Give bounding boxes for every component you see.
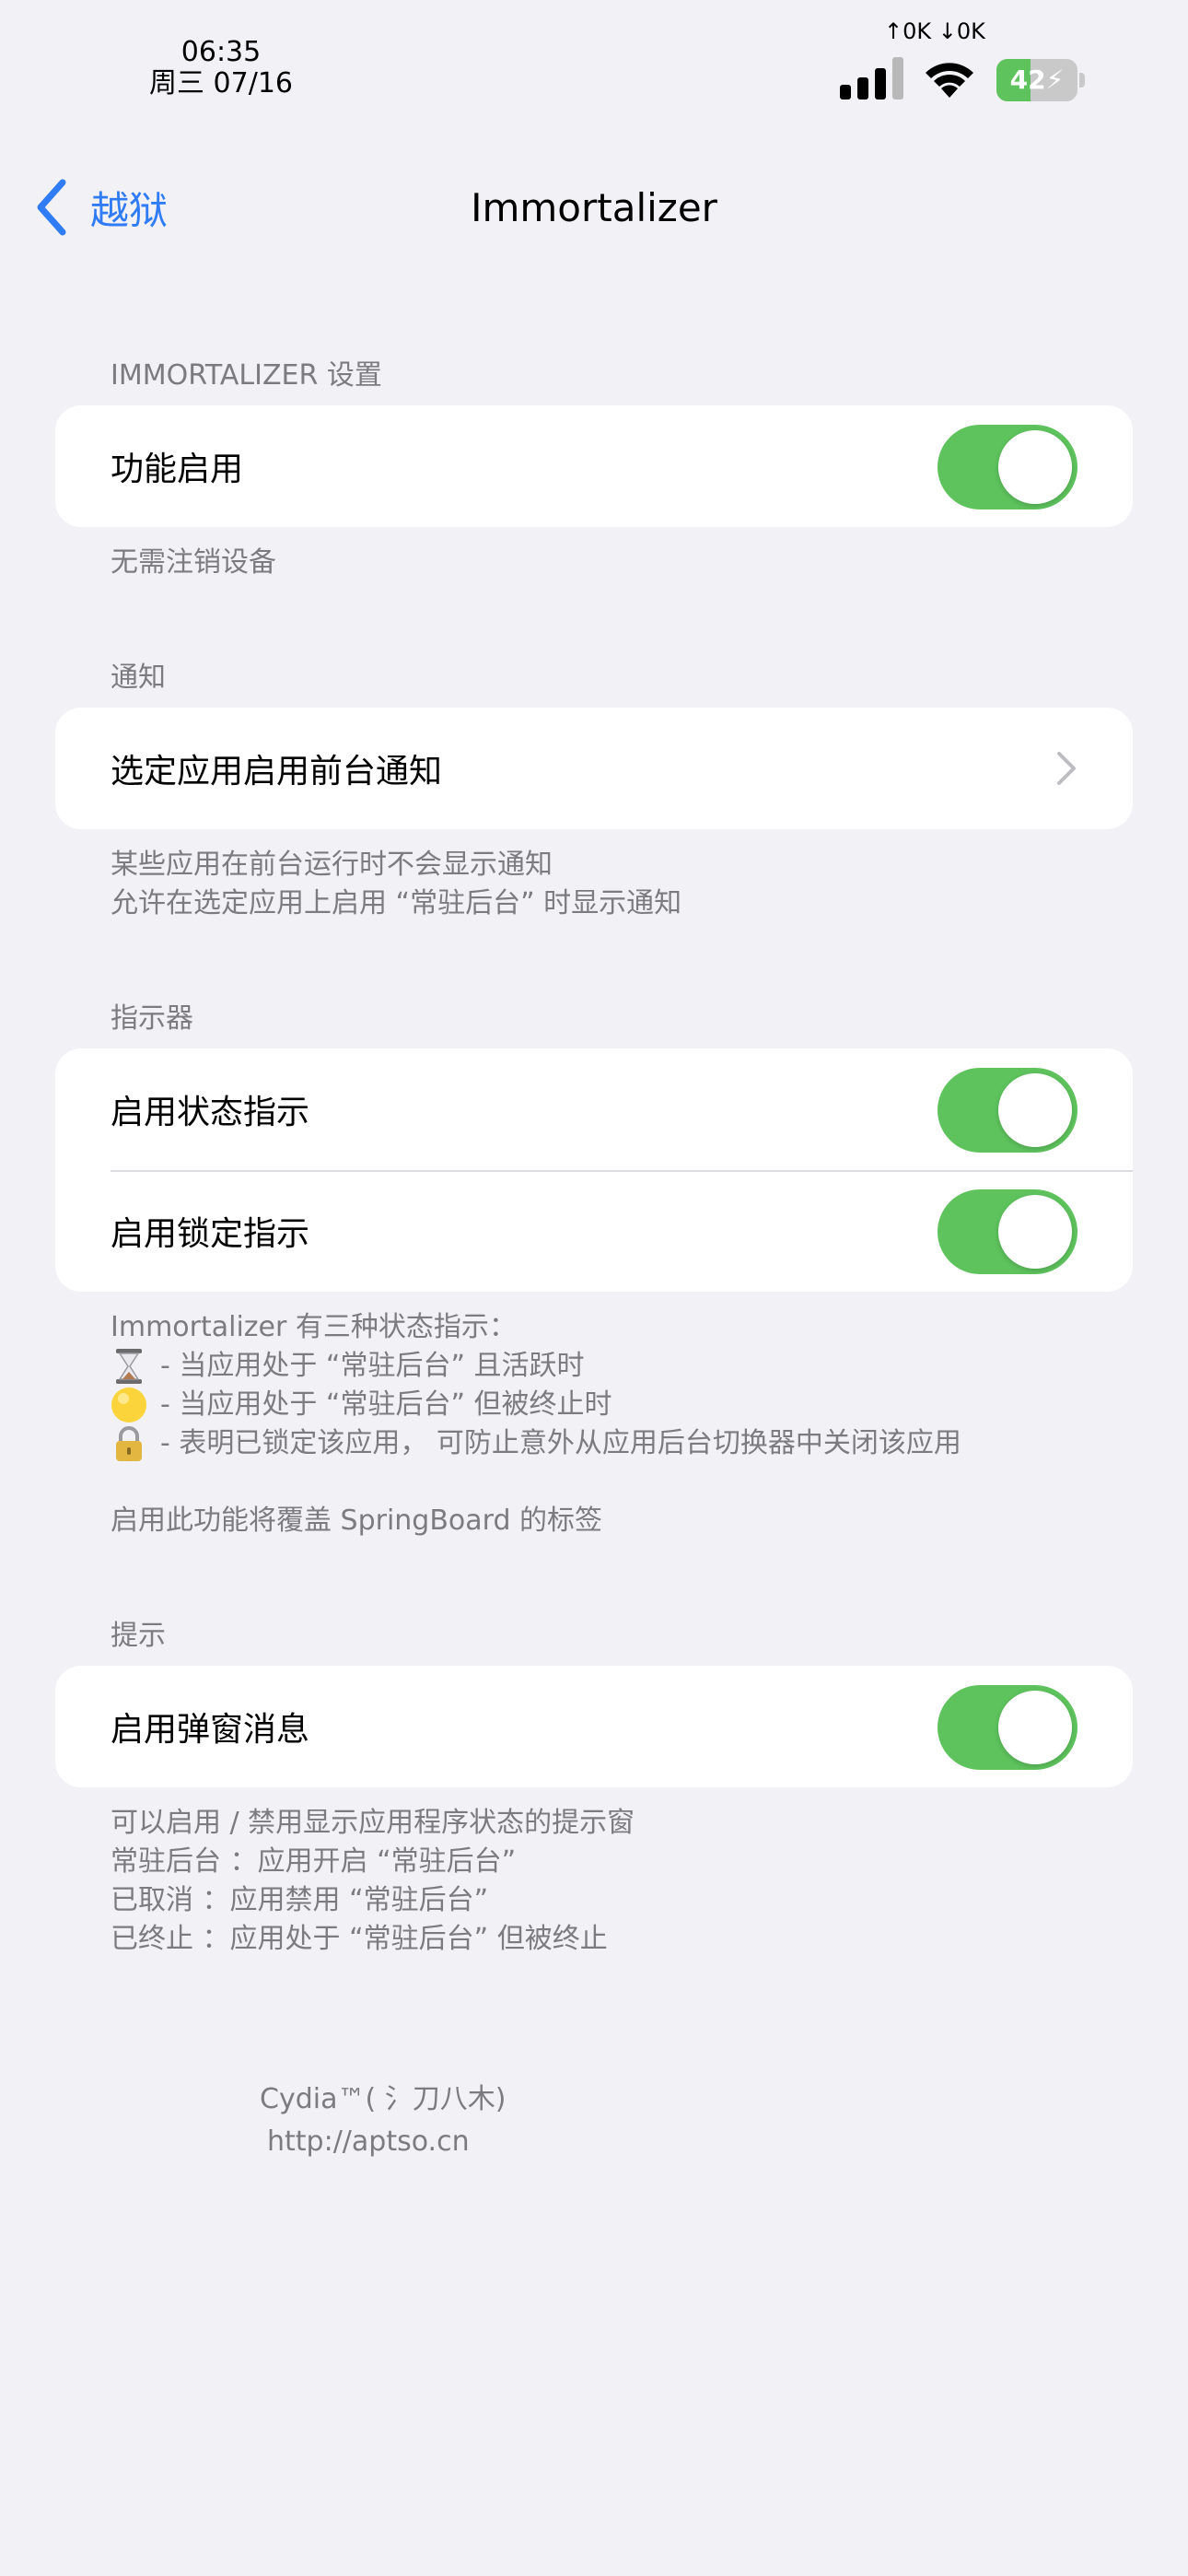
status-date: 周三 07/16 bbox=[149, 67, 293, 100]
tips-footer-line4: 已终止 ：应用处于 “常驻后台” 但被终止 bbox=[111, 1923, 608, 1955]
indicator-line-active-text: - 当应用处于 “常驻后台” 且活跃时 bbox=[160, 1350, 585, 1382]
indicators-footer-intro: Immortalizer 有三种状态指示： bbox=[111, 1311, 517, 1343]
tips-footer: 可以启用 / 禁用显示应用程序状态的提示窗 常驻后台 ：应用开启 “常驻后台” … bbox=[111, 1804, 635, 1959]
status-time: 06:35 bbox=[181, 36, 262, 68]
tips-footer-line1: 可以启用 / 禁用显示应用程序状态的提示窗 bbox=[111, 1807, 635, 1839]
charging-bolt-icon: ⚡ bbox=[1045, 64, 1065, 95]
tips-footer-line2: 常驻后台 ：应用开启 “常驻后台” bbox=[111, 1845, 517, 1878]
chevron-right-icon bbox=[1057, 752, 1076, 785]
notifications-footer-line2: 允许在选定应用上启用 “常驻后台” 时显示通知 bbox=[111, 887, 682, 919]
notifications-footer-line1: 某些应用在前台运行时不会显示通知 bbox=[111, 849, 553, 881]
settings-footer: 无需注销设备 bbox=[111, 544, 276, 582]
row-popup-messages[interactable]: 启用弹窗消息 bbox=[55, 1666, 1133, 1787]
row-label: 启用状态指示 bbox=[111, 1094, 310, 1131]
row-lock-indicator[interactable]: 启用锁定指示 bbox=[55, 1170, 1133, 1292]
credits-name: Cydia™( 氵刀八木) bbox=[260, 2083, 507, 2115]
section-header-indicators: 指示器 bbox=[111, 1002, 193, 1035]
notifications-card: 选定应用启用前台通知 bbox=[55, 708, 1133, 829]
indicators-footer-note: 启用此功能将覆盖 SpringBoard 的标签 bbox=[111, 1505, 603, 1537]
credits-url[interactable]: http://aptso.cn bbox=[260, 2121, 506, 2163]
settings-footer-text: 无需注销设备 bbox=[111, 546, 276, 579]
indicators-card: 启用状态指示 启用锁定指示 bbox=[55, 1048, 1133, 1292]
wifi-icon bbox=[926, 63, 973, 98]
yellow-circle-icon bbox=[111, 1388, 146, 1423]
settings-page: 06:35 周三 07/16 ↑0K ↓0K 42⚡ 越狱 Immortaliz… bbox=[0, 0, 1188, 2576]
row-label: 功能启用 bbox=[111, 451, 244, 488]
indicators-footer: Immortalizer 有三种状态指示： - 当应用处于 “常驻后台” 且活跃… bbox=[111, 1308, 961, 1540]
credits: Cydia™( 氵刀八木) http://aptso.cn bbox=[260, 2078, 506, 2163]
section-header-tips: 提示 bbox=[111, 1620, 166, 1652]
tips-footer-line3: 已取消 ：应用禁用 “常驻后台” bbox=[111, 1884, 489, 1916]
row-label: 启用锁定指示 bbox=[111, 1215, 310, 1253]
row-foreground-notifications[interactable]: 选定应用启用前台通知 bbox=[55, 708, 1133, 829]
indicator-line-active: - 当应用处于 “常驻后台” 且活跃时 bbox=[111, 1347, 961, 1386]
tips-card: 启用弹窗消息 bbox=[55, 1666, 1133, 1787]
hourglass-icon bbox=[116, 1349, 142, 1384]
row-label: 选定应用启用前台通知 bbox=[111, 753, 443, 790]
indicator-line-terminated-text: - 当应用处于 “常驻后台” 但被终止时 bbox=[160, 1388, 612, 1421]
row-enable-feature[interactable]: 功能启用 bbox=[55, 405, 1133, 527]
battery-icon: 42⚡ bbox=[996, 59, 1085, 101]
notifications-footer: 某些应用在前台运行时不会显示通知 允许在选定应用上启用 “常驻后台” 时显示通知 bbox=[111, 846, 681, 923]
indicator-line-locked-text: - 表明已锁定该应用， 可防止意外从应用后台切换器中关闭该应用 bbox=[160, 1427, 961, 1459]
indicator-line-terminated: - 当应用处于 “常驻后台” 但被终止时 bbox=[111, 1386, 961, 1424]
page-title: Immortalizer bbox=[471, 185, 717, 230]
indicator-line-locked: - 表明已锁定该应用， 可防止意外从应用后台切换器中关闭该应用 bbox=[111, 1424, 961, 1463]
lock-indicator-toggle[interactable] bbox=[938, 1189, 1077, 1274]
battery-level: 42 bbox=[1009, 64, 1046, 95]
row-label: 启用弹窗消息 bbox=[111, 1711, 310, 1749]
network-speed: ↑0K ↓0K bbox=[884, 18, 985, 44]
settings-card: 功能启用 bbox=[55, 405, 1133, 527]
section-header-settings: IMMORTALIZER 设置 bbox=[111, 359, 382, 392]
enable-feature-toggle[interactable] bbox=[938, 425, 1077, 509]
popup-messages-toggle[interactable] bbox=[938, 1685, 1077, 1770]
row-status-indicator[interactable]: 启用状态指示 bbox=[55, 1048, 1133, 1170]
cellular-signal-icon bbox=[840, 57, 903, 100]
status-indicator-toggle[interactable] bbox=[938, 1068, 1077, 1153]
padlock-icon bbox=[116, 1426, 142, 1461]
section-header-notifications: 通知 bbox=[111, 662, 166, 694]
